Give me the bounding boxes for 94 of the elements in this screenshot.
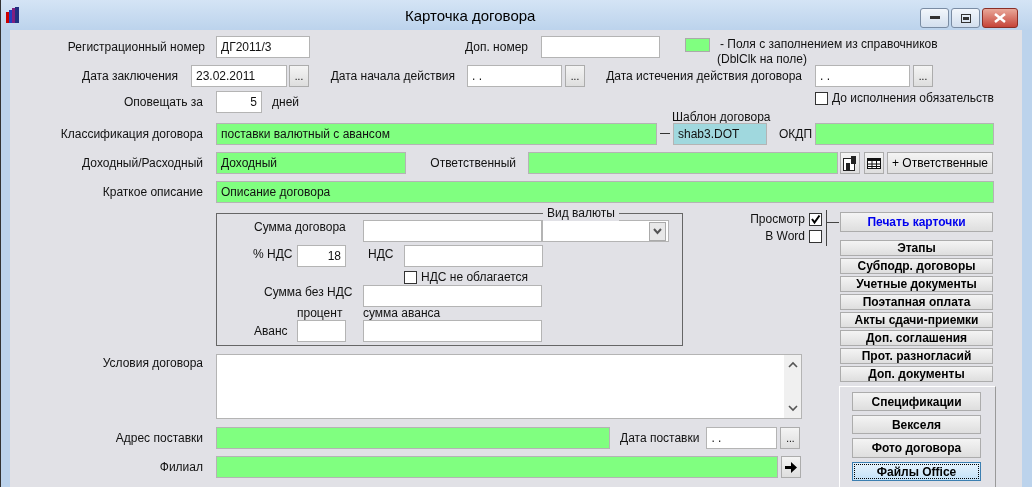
field-label: НДС xyxy=(368,247,395,261)
date-field[interactable]: . . xyxy=(706,427,778,449)
field-label: Дата начала действия xyxy=(329,69,455,83)
checkbox[interactable] xyxy=(404,270,417,284)
panel-button[interactable]: Файлы Office xyxy=(852,462,981,481)
panel-button[interactable]: Фото договора xyxy=(852,438,981,458)
field-label: ОКДП xyxy=(779,126,812,141)
field-label: Условия договора xyxy=(101,356,203,370)
books-icon xyxy=(6,7,20,23)
close-button[interactable] xyxy=(982,8,1018,28)
checkbox-label: НДС не облагается xyxy=(421,270,529,284)
field-label: Дата истечения действия договора xyxy=(605,69,802,83)
section-button[interactable]: Акты сдачи-приемки xyxy=(840,312,993,328)
scrollbar[interactable] xyxy=(784,355,801,418)
input-field[interactable] xyxy=(363,220,542,242)
chevron-down-icon xyxy=(649,221,666,241)
input-field[interactable] xyxy=(363,285,542,307)
input-field[interactable]: 5 xyxy=(216,91,262,113)
input-field[interactable]: Описание договора xyxy=(216,180,994,203)
field-label: Классификация договора xyxy=(59,126,203,141)
panel-button[interactable]: Векселя xyxy=(852,415,981,434)
maximize-icon xyxy=(960,13,971,23)
unit-label: дней xyxy=(272,95,299,109)
window-title: Карточка договора xyxy=(405,6,536,24)
arrow-right-icon xyxy=(785,461,797,473)
date-picker-button[interactable]: ... xyxy=(913,65,933,87)
field-label: Дата заключения xyxy=(81,69,178,83)
legend-text: - Поля с заполнением из справочников xyxy=(720,37,938,52)
table-button[interactable] xyxy=(864,152,884,174)
input-field[interactable]: ДГ2011/3 xyxy=(216,36,310,58)
date-field[interactable]: . . xyxy=(467,65,562,87)
print-card-button[interactable]: Печать карточки xyxy=(840,212,993,232)
legend-hint: (DblClk на поле) xyxy=(717,52,808,67)
field-label: процент xyxy=(297,307,344,320)
minimize-button[interactable] xyxy=(920,8,949,28)
table-icon xyxy=(867,157,881,169)
panel-button[interactable]: Спецификации xyxy=(852,392,981,411)
section-button[interactable]: Этапы xyxy=(840,240,993,256)
section-button[interactable]: Доп. соглашения xyxy=(840,330,993,346)
input-field[interactable] xyxy=(297,320,346,342)
date-picker-button[interactable]: ... xyxy=(780,427,801,449)
input-field[interactable] xyxy=(404,245,543,267)
close-icon xyxy=(994,13,1006,23)
add-responsible-button[interactable]: + Ответственные xyxy=(887,152,993,174)
field-label: Дата поставки xyxy=(620,431,700,445)
section-button[interactable]: Субподр. договоры xyxy=(840,258,993,274)
field-label: Сумма без НДС xyxy=(264,285,354,299)
field-label: Регистрационный номер xyxy=(66,40,205,54)
section-button[interactable]: Поэтапная оплата xyxy=(840,294,993,310)
input-field[interactable]: shab3.DOT xyxy=(673,122,767,145)
field-label: Оповещать за xyxy=(123,95,203,109)
checkbox-label: В Word xyxy=(764,229,806,243)
maximize-button[interactable] xyxy=(951,8,980,28)
scroll-down-icon[interactable] xyxy=(787,405,798,412)
field-label: Адрес поставки xyxy=(114,431,203,445)
group-title: Вид валюты xyxy=(543,205,619,221)
date-picker-button[interactable]: ... xyxy=(289,65,309,87)
scroll-up-icon[interactable] xyxy=(787,361,798,368)
contact-card-icon xyxy=(843,155,857,171)
field-label: Аванс xyxy=(254,324,289,338)
minimize-icon xyxy=(929,16,940,20)
section-button[interactable]: Доп. документы xyxy=(840,366,993,382)
input-field[interactable] xyxy=(363,320,542,342)
checkbox-label: До исполнения обязательств xyxy=(832,91,994,105)
field-label: % НДС xyxy=(253,247,294,261)
checkbox-label: Просмотр xyxy=(749,212,806,226)
field-label: Краткое описание xyxy=(101,184,203,199)
arrow-button[interactable] xyxy=(781,456,801,478)
field-label: Сумма договора xyxy=(254,220,347,234)
checkbox[interactable] xyxy=(809,212,823,226)
section-button[interactable]: Прот. разногласий xyxy=(840,348,993,364)
date-field[interactable]: . . xyxy=(815,65,910,87)
input-field[interactable]: Доходный xyxy=(216,152,406,174)
section-button[interactable]: Учетные документы xyxy=(840,276,993,292)
date-picker-button[interactable]: ... xyxy=(565,65,585,87)
input-field[interactable]: поставки валютный с авансом xyxy=(216,122,657,145)
input-field[interactable] xyxy=(216,456,778,478)
field-label: Шаблон договора xyxy=(672,112,771,123)
input-field[interactable] xyxy=(216,427,610,449)
legend-swatch xyxy=(685,38,710,52)
input-field[interactable]: 18 xyxy=(297,245,346,267)
contact-card-button[interactable] xyxy=(840,152,860,174)
field-label: Доп. номер xyxy=(464,40,528,54)
field-label: сумма аванса xyxy=(363,307,441,320)
field-label: Ответственный xyxy=(429,156,516,170)
input-field[interactable] xyxy=(541,36,660,58)
input-field[interactable] xyxy=(815,122,994,145)
checkbox[interactable] xyxy=(815,91,828,105)
field-label: Филиал xyxy=(158,460,203,474)
date-field[interactable]: 23.02.2011 xyxy=(191,65,287,87)
field-label: Доходный/Расходный xyxy=(81,156,203,170)
checkbox[interactable] xyxy=(809,229,823,243)
currency-dropdown[interactable] xyxy=(542,220,669,242)
input-field[interactable] xyxy=(528,152,838,174)
